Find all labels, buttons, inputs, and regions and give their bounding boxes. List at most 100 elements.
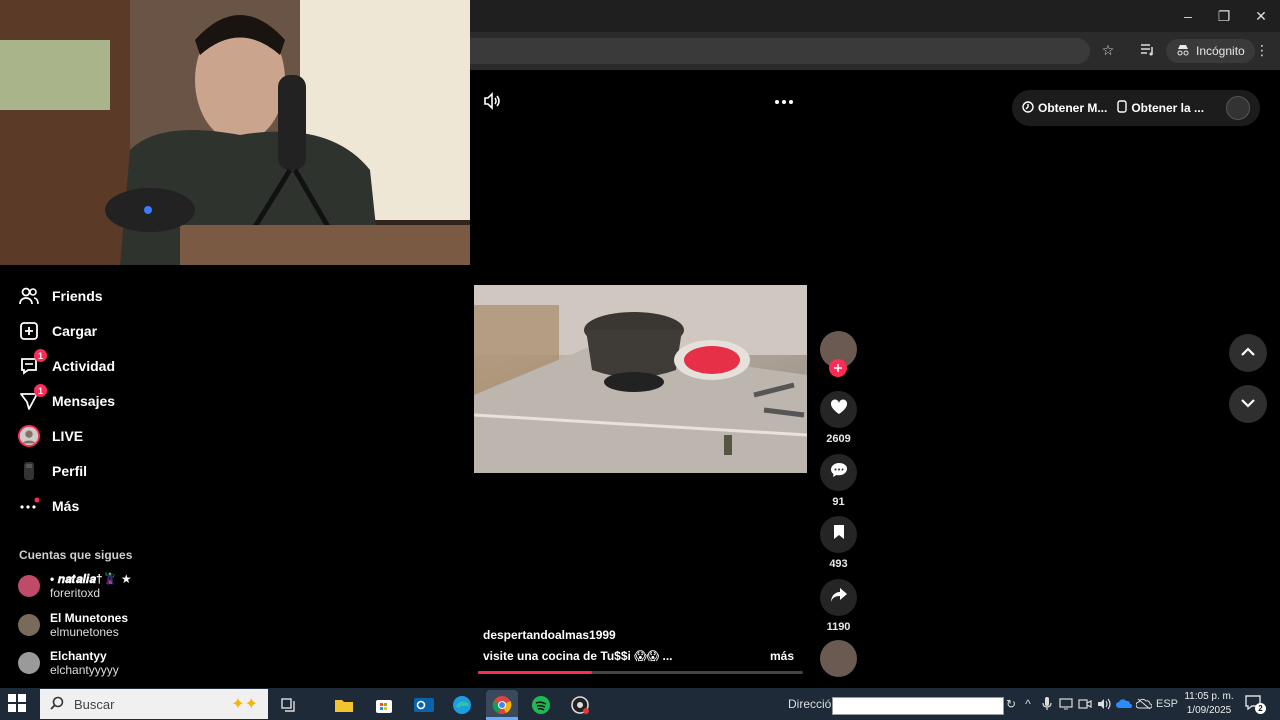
following-item[interactable]: • 𝒏𝒂𝒕𝒂𝒍𝒊𝒂†🦹 ★ foreritoxd (18, 570, 132, 602)
music-disc-avatar[interactable] (820, 640, 857, 677)
save-count: 493 (829, 558, 848, 570)
onedrive-icon[interactable] (1115, 692, 1133, 716)
webcam-overlay (0, 0, 470, 265)
cloud-offline-icon[interactable] (1135, 692, 1153, 716)
following-heading: Cuentas que sigues (19, 548, 133, 562)
sidebar-item-friends[interactable]: Friends (18, 283, 103, 309)
messages-icon: 1 (18, 384, 47, 412)
clock[interactable]: 11:05 p. m. 1/09/2025 (1182, 690, 1236, 718)
upload-icon (18, 320, 40, 342)
previous-video-button[interactable] (1229, 334, 1267, 372)
task-view-icon[interactable] (276, 692, 302, 718)
profile-icon (18, 460, 40, 482)
get-mobile-app-label: Obtener la ... (1131, 101, 1205, 115)
more-options-icon[interactable] (774, 92, 796, 112)
video-author[interactable]: despertandoalmas1999 (483, 628, 616, 642)
chrome-icon[interactable] (486, 690, 518, 720)
follow-plus-icon[interactable] (829, 359, 847, 377)
video-player[interactable] (474, 285, 807, 473)
heart-icon (830, 399, 848, 420)
address-label: Dirección (788, 697, 839, 711)
obs-recorder-icon[interactable] (567, 692, 593, 718)
chevron-down-icon (1240, 395, 1256, 413)
bookmark-icon (833, 524, 845, 545)
live-avatar-icon (18, 425, 40, 447)
taskbar-address-input[interactable] (832, 697, 1004, 715)
more-icon (18, 495, 40, 517)
microsoft-store-icon[interactable] (371, 692, 397, 718)
video-progress-track[interactable] (478, 671, 803, 674)
volume-icon[interactable] (482, 91, 504, 113)
chevron-up-tray-icon[interactable]: ^ (1020, 692, 1036, 716)
comment-button[interactable] (820, 454, 857, 491)
refresh-icon[interactable]: ↻ (1004, 692, 1018, 716)
like-button[interactable] (820, 391, 857, 428)
get-mobile-app-button[interactable]: Obtener la ... (1117, 100, 1204, 116)
taskbar-search[interactable]: Buscar ✦✦ (40, 689, 268, 719)
next-video-button[interactable] (1229, 385, 1267, 423)
sidebar-item-live[interactable]: LIVE (18, 423, 83, 449)
phone-icon (1117, 100, 1128, 116)
spotify-icon[interactable] (528, 692, 554, 718)
sidebar-item-cargar[interactable]: Cargar (18, 318, 97, 344)
messages-badge: 1 (34, 384, 47, 397)
following-item[interactable]: El Munetones elmunetones (18, 609, 128, 641)
media-control-icon[interactable] (1138, 40, 1158, 60)
sidebar-item-actividad[interactable]: 1 Actividad (18, 349, 116, 379)
get-app-button[interactable]: Obtener M... (1022, 100, 1108, 116)
sidebar-item-label: Mensajes (52, 393, 116, 409)
user-avatar[interactable] (1226, 96, 1250, 120)
outlook-icon[interactable] (411, 692, 437, 718)
following-handle: foreritoxd (50, 586, 101, 600)
clock-icon (1022, 100, 1034, 116)
sidebar-item-mensajes[interactable]: 1 Mensajes (18, 384, 116, 414)
video-caption: visite una cocina de Tu$$i 😱😱 ... (483, 649, 673, 663)
address-bar[interactable] (470, 38, 1090, 64)
chevron-up-icon (1240, 344, 1256, 362)
get-app-bar: Obtener M... Obtener la ... (1012, 90, 1260, 126)
incognito-icon (1176, 44, 1190, 59)
edge-icon[interactable] (449, 692, 475, 718)
share-button[interactable] (820, 579, 857, 616)
friends-icon (18, 285, 40, 307)
activity-icon: 1 (18, 349, 47, 377)
caption-more-link[interactable]: más (770, 649, 794, 663)
save-button[interactable] (820, 516, 857, 553)
windows-start-icon[interactable] (8, 694, 30, 714)
sidebar-item-mas[interactable]: Más (18, 493, 79, 519)
share-icon (830, 587, 848, 608)
share-count: 1190 (826, 621, 851, 633)
comment-icon (830, 462, 848, 483)
get-app-label: Obtener M... (1038, 101, 1108, 115)
sidebar-item-label: LIVE (52, 428, 84, 444)
following-item[interactable]: Elchantyy elchantyyyyy (18, 647, 119, 679)
sidebar-item-perfil[interactable]: Perfil (18, 458, 87, 484)
sidebar-item-label: Más (52, 498, 80, 514)
sidebar-item-label: Actividad (52, 358, 116, 374)
video-progress-fill (478, 671, 592, 674)
clock-date: 1/09/2025 (1186, 705, 1232, 716)
notifications-icon[interactable]: 2 (1244, 694, 1266, 714)
sidebar-item-label: Cargar (52, 323, 98, 339)
language-indicator[interactable]: ESP (1156, 692, 1178, 716)
bookmark-star-icon[interactable]: ☆ (1098, 40, 1118, 60)
notifications-badge: 2 (1255, 703, 1266, 714)
webcam-scene (0, 0, 470, 265)
file-explorer-icon[interactable] (331, 692, 357, 718)
avatar (18, 575, 40, 597)
search-placeholder: Buscar (74, 696, 115, 712)
incognito-indicator[interactable]: Incógnito (1166, 39, 1255, 63)
video-frame-scene (474, 285, 807, 473)
close-button[interactable]: ✕ (1238, 0, 1280, 32)
sparkle-icon: ✦✦ (231, 696, 258, 713)
speaker-icon[interactable] (1096, 692, 1112, 716)
following-handle: elmunetones (50, 625, 119, 639)
comment-count: 91 (832, 496, 845, 508)
sidebar-item-label: Perfil (52, 463, 88, 479)
activity-badge: 1 (34, 349, 47, 362)
avatar (18, 614, 40, 636)
microphone-icon[interactable] (1039, 692, 1055, 716)
browser-menu-icon[interactable]: ⋮ (1254, 40, 1270, 60)
network-icon[interactable] (1058, 692, 1074, 716)
meet-icon[interactable] (1077, 692, 1093, 716)
